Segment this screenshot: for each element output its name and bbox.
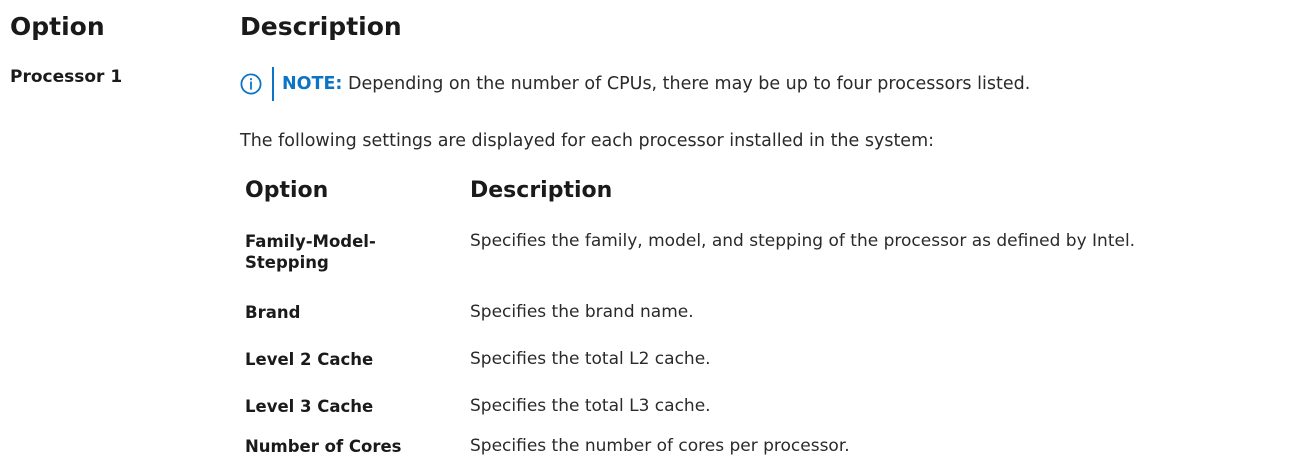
number-of-cores-label: Number of Cores xyxy=(245,437,402,456)
inner-option-header: Option xyxy=(245,178,329,203)
info-circle-icon xyxy=(240,73,262,95)
note-body: Depending on the number of CPUs, there m… xyxy=(342,74,1031,94)
family-model-stepping-description: Specifies the family, model, and steppin… xyxy=(470,231,1136,251)
option-label-line: Family-Model- xyxy=(245,232,376,251)
option-label-line: Stepping xyxy=(245,253,329,272)
outer-description-header: Description xyxy=(240,12,402,41)
note-divider xyxy=(272,67,274,101)
processor-option-label: Processor 1 xyxy=(10,67,123,87)
family-model-stepping-label: Family-Model- Stepping xyxy=(245,231,376,273)
number-of-cores-description: Specifies the number of cores per proces… xyxy=(470,436,850,456)
brand-description: Specifies the brand name. xyxy=(470,302,694,322)
inner-description-header: Description xyxy=(470,178,613,203)
note-text: NOTE: Depending on the number of CPUs, t… xyxy=(282,74,1030,94)
processor-intro-text: The following settings are displayed for… xyxy=(240,131,935,151)
level-3-cache-label: Level 3 Cache xyxy=(245,397,374,416)
brand-label: Brand xyxy=(245,303,301,322)
level-2-cache-label: Level 2 Cache xyxy=(245,350,374,369)
outer-option-header: Option xyxy=(10,12,105,41)
note-label: NOTE: xyxy=(282,74,343,94)
note-callout: NOTE: Depending on the number of CPUs, t… xyxy=(240,66,1030,102)
level-3-cache-description: Specifies the total L3 cache. xyxy=(470,396,711,416)
level-2-cache-description: Specifies the total L2 cache. xyxy=(470,349,711,369)
